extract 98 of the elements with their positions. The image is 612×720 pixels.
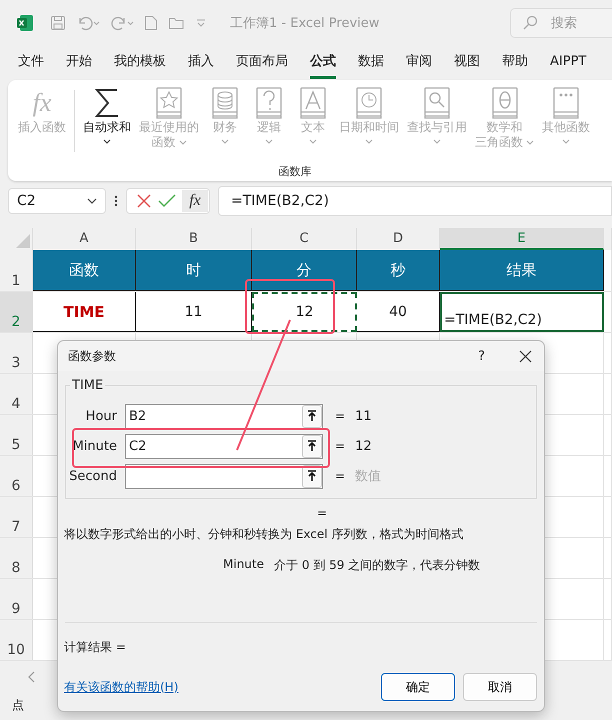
cancel-button[interactable]: 取消 bbox=[463, 673, 537, 701]
search-field[interactable]: 搜索 bbox=[510, 8, 612, 38]
collapse-button[interactable] bbox=[302, 464, 322, 488]
upload-arrow-icon bbox=[307, 470, 317, 482]
input-field[interactable] bbox=[125, 464, 323, 488]
menu-tab[interactable]: 帮助 bbox=[502, 46, 528, 79]
ok-button[interactable]: 确定 bbox=[381, 673, 455, 701]
row-header[interactable]: 2 bbox=[0, 292, 33, 332]
dropdown-icon bbox=[87, 198, 97, 204]
collapse-button[interactable] bbox=[302, 404, 322, 428]
menu-tab[interactable]: 审阅 bbox=[406, 46, 432, 79]
status-mode: 点 bbox=[12, 696, 24, 714]
row-header[interactable]: 3 bbox=[0, 333, 33, 373]
table-cell: 40 bbox=[357, 292, 440, 332]
row-header[interactable]: 4 bbox=[0, 374, 33, 414]
header-cell: 函数 bbox=[33, 250, 136, 291]
upload-arrow-icon bbox=[307, 410, 317, 422]
star-book-icon bbox=[154, 86, 184, 120]
row-header[interactable]: 6 bbox=[0, 456, 33, 496]
clock-book-icon bbox=[354, 86, 384, 120]
table-cell: TIME bbox=[33, 292, 136, 332]
ribbon-button[interactable]: 自动求和 bbox=[79, 86, 135, 145]
argument-result: 11 bbox=[355, 408, 372, 424]
question-book-icon bbox=[254, 86, 284, 120]
menu-tab[interactable]: 插入 bbox=[188, 46, 214, 79]
window-title: 工作簿1 - Excel Preview bbox=[230, 14, 380, 32]
row-header[interactable]: 7 bbox=[0, 497, 33, 537]
equals-sign: = bbox=[335, 409, 346, 423]
menu-tab[interactable]: 文件 bbox=[18, 46, 44, 79]
new-file-icon[interactable] bbox=[144, 14, 158, 30]
menu-tab[interactable]: AIPPT bbox=[550, 48, 586, 78]
row-header[interactable]: 8 bbox=[0, 538, 33, 578]
group-title: 函数库 bbox=[278, 164, 312, 179]
help-link[interactable]: 有关该函数的帮助(H) bbox=[64, 678, 178, 696]
caret-icon bbox=[221, 139, 229, 145]
menu-tab[interactable]: 页面布局 bbox=[236, 46, 288, 79]
cancel-icon[interactable] bbox=[136, 193, 152, 209]
argument-label: Second bbox=[68, 468, 117, 484]
menu-tab[interactable]: 视图 bbox=[454, 46, 480, 79]
redo-icon[interactable] bbox=[110, 14, 134, 30]
argument-description: 介于 0 到 59 之间的数字，代表分钟数 bbox=[274, 557, 480, 574]
database-book-icon bbox=[210, 86, 240, 120]
equals-sign: = bbox=[335, 469, 346, 483]
search-icon bbox=[522, 14, 538, 30]
name-box[interactable]: C2 bbox=[8, 188, 106, 214]
result-label: 计算结果 = bbox=[64, 639, 127, 656]
menu-tab[interactable]: 我的模板 bbox=[114, 46, 166, 79]
menu-tab[interactable]: 数据 bbox=[358, 46, 384, 79]
caret-icon bbox=[433, 139, 441, 145]
caret-icon bbox=[309, 139, 317, 145]
row-header[interactable]: 10 bbox=[0, 620, 33, 660]
caret-icon[interactable] bbox=[196, 18, 206, 28]
save-icon[interactable] bbox=[50, 14, 66, 30]
collapse-button[interactable] bbox=[302, 434, 322, 458]
caret-icon bbox=[178, 140, 186, 146]
app-logo-icon bbox=[16, 14, 34, 32]
help-button[interactable]: ? bbox=[478, 348, 485, 364]
argument-label: Minute bbox=[72, 438, 117, 454]
table-cell: 11 bbox=[136, 292, 252, 332]
table-cell: 12 bbox=[252, 292, 357, 332]
letter-book-icon bbox=[298, 86, 328, 120]
input-field[interactable]: C2 bbox=[125, 434, 323, 458]
equals-sign: = bbox=[317, 506, 328, 520]
dots-book-icon bbox=[551, 86, 581, 120]
caret-icon bbox=[526, 140, 534, 146]
caret-icon bbox=[365, 139, 373, 145]
row-header[interactable]: 1 bbox=[0, 250, 33, 291]
argument-label: Hour bbox=[84, 408, 117, 424]
formula-field[interactable]: =TIME(B2,C2) bbox=[218, 186, 612, 216]
select-all-icon[interactable] bbox=[16, 234, 30, 248]
argument-result: 数值 bbox=[355, 468, 382, 485]
caret-icon bbox=[265, 139, 273, 145]
close-icon[interactable] bbox=[519, 350, 532, 362]
menu-tab[interactable]: 开始 bbox=[66, 46, 92, 79]
scroll-left-icon[interactable] bbox=[28, 671, 36, 683]
table-cell: =TIME(B2,C2) bbox=[440, 292, 604, 332]
check-icon[interactable] bbox=[158, 193, 176, 209]
column-header[interactable]: E bbox=[440, 228, 604, 250]
upload-arrow-icon bbox=[307, 440, 317, 452]
more-icon[interactable] bbox=[114, 194, 118, 208]
function-description: 将以数字形式给出的小时、分钟和秒转换为 Excel 序列数，格式为时间格式 bbox=[64, 526, 464, 543]
caret-icon bbox=[562, 139, 570, 145]
argument-name: Minute bbox=[223, 557, 264, 573]
dialog-title: 函数参数 bbox=[68, 348, 116, 364]
header-cell: 秒 bbox=[357, 250, 440, 291]
insert-function-button[interactable]: fx bbox=[182, 190, 208, 212]
header-cell: 时 bbox=[136, 250, 252, 291]
theta-book-icon bbox=[490, 86, 520, 120]
header-cell: 分 bbox=[252, 250, 357, 291]
function-icon: fx bbox=[30, 86, 54, 120]
row-header[interactable]: 9 bbox=[0, 579, 33, 619]
input-field[interactable]: B2 bbox=[125, 404, 323, 428]
caret-icon bbox=[103, 139, 111, 145]
header-cell: 结果 bbox=[440, 250, 604, 291]
argument-result: 12 bbox=[355, 438, 372, 454]
row-header[interactable]: 5 bbox=[0, 415, 33, 455]
equals-sign: = bbox=[335, 439, 346, 453]
magnifier-book-icon bbox=[422, 86, 452, 120]
